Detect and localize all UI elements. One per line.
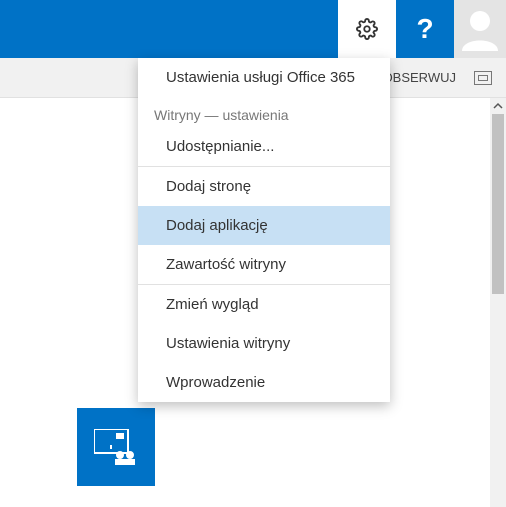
scroll-thumb[interactable] [492, 114, 504, 294]
menu-item-site-settings[interactable]: Ustawienia witryny [138, 324, 390, 363]
menu-item-office365-settings[interactable]: Ustawienia usługi Office 365 [138, 58, 390, 97]
menu-item-getting-started[interactable]: Wprowadzenie [138, 363, 390, 402]
menu-item-share[interactable]: Udostępnianie... [138, 127, 390, 166]
gear-icon [356, 18, 378, 40]
settings-menu: Ustawienia usługi Office 365 Witryny — u… [138, 58, 390, 402]
org-chart-icon [94, 429, 138, 465]
help-icon: ? [416, 13, 433, 45]
menu-item-site-contents[interactable]: Zawartość witryny [138, 245, 390, 284]
vertical-scrollbar[interactable] [490, 98, 506, 507]
user-avatar[interactable] [454, 0, 506, 58]
menu-section-header-sites: Witryny — ustawienia [138, 97, 390, 127]
menu-item-change-look[interactable]: Zmień wygląd [138, 285, 390, 324]
focus-content-icon[interactable] [474, 71, 492, 85]
promoted-tile[interactable] [77, 408, 155, 486]
menu-item-add-app[interactable]: Dodaj aplikację [138, 206, 390, 245]
settings-button[interactable] [338, 0, 396, 58]
scroll-up-arrow[interactable] [490, 98, 506, 114]
suite-bar: ? [0, 0, 506, 58]
chevron-up-icon [493, 101, 503, 111]
menu-item-add-page[interactable]: Dodaj stronę [138, 167, 390, 206]
help-button[interactable]: ? [396, 0, 454, 58]
person-icon [460, 7, 500, 51]
follow-label[interactable]: OBSERWUJ [383, 70, 456, 85]
